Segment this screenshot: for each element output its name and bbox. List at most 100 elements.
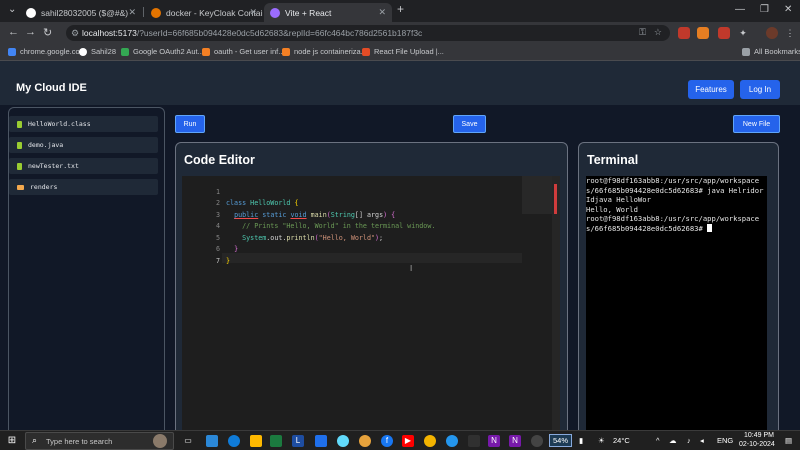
profile-avatar[interactable] xyxy=(766,27,778,39)
bookmark-favicon-icon xyxy=(362,47,370,56)
save-button[interactable]: Save xyxy=(453,115,486,133)
browser-tab-github[interactable]: sahil28032005 ($@#&) ✕ xyxy=(20,3,142,22)
browser-toolbar: ← → ↻ ⚙ localhost:5173/?userId=66f685b09… xyxy=(0,22,800,44)
mail-icon[interactable] xyxy=(206,435,218,447)
back-icon[interactable]: ← xyxy=(8,26,19,38)
file-explorer-icon[interactable] xyxy=(250,435,262,447)
login-button[interactable]: Log In xyxy=(740,80,780,99)
all-bookmarks-button[interactable]: All Bookmarks xyxy=(742,47,800,56)
code-line: } xyxy=(226,257,231,265)
vite-icon xyxy=(270,7,280,18)
tab-title: Vite + React xyxy=(285,7,332,18)
volume-icon[interactable]: ♪ xyxy=(687,436,691,445)
extension-icon[interactable] xyxy=(678,27,690,39)
app-header: My Cloud IDE Features Log In xyxy=(0,61,800,105)
browser-tab-docker[interactable]: docker - KeyCloak Container R... ✕ xyxy=(145,3,263,22)
onenote-icon[interactable]: N xyxy=(488,435,500,447)
onenote-icon[interactable]: N xyxy=(509,435,521,447)
extension-icon[interactable] xyxy=(718,27,730,39)
run-button[interactable]: Run xyxy=(175,115,205,133)
line-number: 3 xyxy=(215,211,220,219)
line-number: 5 xyxy=(215,234,220,242)
app-icon[interactable] xyxy=(468,435,480,447)
forward-icon[interactable]: → xyxy=(25,26,36,38)
code-editor-title: Code Editor xyxy=(184,153,255,167)
extensions-puzzle-icon[interactable]: ✦ xyxy=(737,27,749,39)
search-icon: ⌕ xyxy=(32,435,38,445)
speaker-icon[interactable]: ◂ xyxy=(700,436,704,445)
github-icon xyxy=(79,47,87,56)
new-tab-button[interactable]: + xyxy=(397,2,404,16)
extension-icon[interactable] xyxy=(697,27,709,39)
bookmark-item[interactable]: oauth - Get user inf... xyxy=(202,47,284,56)
app-l-icon[interactable]: L xyxy=(292,435,304,447)
folder-icon xyxy=(17,184,24,190)
text-cursor-icon: I xyxy=(410,264,413,273)
tab-search-icon[interactable]: ⌄ xyxy=(8,4,16,15)
address-bar[interactable]: ⚙ localhost:5173/?userId=66f685b094428e0… xyxy=(66,25,670,41)
bookmark-item[interactable]: chrome.google.com xyxy=(8,47,86,56)
show-hidden-icons[interactable]: ^ xyxy=(656,436,660,445)
terminal-title: Terminal xyxy=(587,153,639,167)
line-number: 6 xyxy=(215,245,220,253)
code-editor[interactable]: 1 2 3 4 5 6 7 class HelloWorld { public … xyxy=(182,176,560,430)
close-icon[interactable]: ✕ xyxy=(128,7,136,18)
edge-icon[interactable] xyxy=(228,435,240,447)
line-number: 1 xyxy=(215,188,220,196)
file-item[interactable]: HelloWorld.class xyxy=(9,116,158,132)
close-icon[interactable]: ✕ xyxy=(249,7,257,18)
weather-icon[interactable]: ☀ xyxy=(598,436,605,445)
clock-date[interactable]: 02-10-2024 xyxy=(739,441,775,448)
youtube-icon[interactable]: ▶ xyxy=(402,435,414,447)
tab-title: sahil28032005 ($@#&) xyxy=(41,7,129,18)
browser-menu-icon[interactable]: ⋮ xyxy=(784,27,796,39)
browser-tab-vite[interactable]: Vite + React ✕ xyxy=(264,3,392,22)
clock-time[interactable]: 10:49 PM xyxy=(744,432,774,439)
site-info-icon[interactable]: ⚙ xyxy=(71,28,79,39)
maximize-icon[interactable]: ❐ xyxy=(760,4,769,15)
password-key-icon[interactable]: ⚿ xyxy=(639,27,646,38)
battery-indicator[interactable]: 54% xyxy=(549,434,573,447)
bookmark-item[interactable]: node js containeriza... xyxy=(282,47,367,56)
file-item[interactable]: newTester.txt xyxy=(9,158,158,174)
bookmark-item[interactable]: Google OAuth2 Aut... xyxy=(121,47,204,56)
window-close-icon[interactable]: ✕ xyxy=(784,4,792,15)
docker-icon[interactable] xyxy=(446,435,458,447)
windows-taskbar: ⊞ ⌕ Type here to search ▭ L f ▶ N N 54% … xyxy=(0,430,800,450)
vertical-scrollbar[interactable] xyxy=(552,176,560,430)
bookmark-item[interactable]: React File Upload |... xyxy=(362,47,444,56)
bookmark-item[interactable]: Sahil28 xyxy=(79,47,116,56)
minimap[interactable] xyxy=(522,176,556,214)
language-indicator[interactable]: ENG xyxy=(717,436,733,445)
app-icon[interactable] xyxy=(531,435,543,447)
file-item[interactable]: demo.java xyxy=(9,137,158,153)
network-icon[interactable]: ☁ xyxy=(669,436,677,445)
battery-icon[interactable]: ▮ xyxy=(579,436,583,445)
line-number: 7 xyxy=(215,257,220,265)
terminal-line: Hello, World xyxy=(586,204,638,214)
chrome-icon[interactable] xyxy=(424,435,436,447)
terminal-line: root@f98df163abb8:/usr/src/app/workspace… xyxy=(586,176,764,205)
facebook-icon[interactable]: f xyxy=(381,435,393,447)
bookmark-favicon-icon xyxy=(121,47,129,56)
folder-item[interactable]: renders xyxy=(9,179,158,195)
reload-icon[interactable]: ↻ xyxy=(43,26,52,39)
task-view-icon[interactable]: ▭ xyxy=(182,435,194,447)
notifications-icon[interactable]: ▤ xyxy=(785,436,792,445)
terminal-output[interactable]: root@f98df163abb8:/usr/src/app/workspace… xyxy=(586,176,767,430)
terminal-cursor xyxy=(707,223,713,232)
windows-start-icon[interactable]: ⊞ xyxy=(6,435,18,447)
new-file-button[interactable]: New File xyxy=(733,115,780,133)
temperature[interactable]: 24°C xyxy=(613,436,630,445)
url-path: /?userId=66f685b094428e0dc5d62683&replId… xyxy=(136,28,423,38)
app-title: My Cloud IDE xyxy=(16,82,87,94)
app-icon[interactable] xyxy=(270,435,282,447)
close-icon[interactable]: ✕ xyxy=(378,7,386,18)
minimize-icon[interactable]: — xyxy=(735,4,745,15)
features-button[interactable]: Features xyxy=(688,80,734,99)
vscode-icon[interactable] xyxy=(315,435,327,447)
react-icon[interactable] xyxy=(337,435,349,447)
app-icon[interactable] xyxy=(359,435,371,447)
bookmark-star-icon[interactable]: ☆ xyxy=(654,27,662,38)
taskbar-search-input[interactable]: ⌕ Type here to search xyxy=(25,432,174,450)
